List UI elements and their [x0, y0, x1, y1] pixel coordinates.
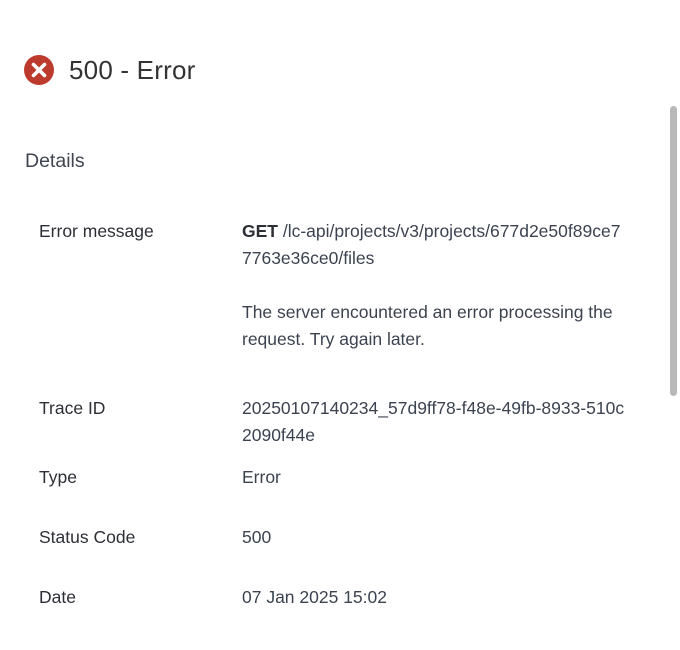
error-page: 500 - Error Details Error message GET /l… — [0, 0, 680, 650]
trace-id-row: Trace ID 20250107140234_57d9ff78-f48e-49… — [39, 395, 629, 449]
error-message-value: GET /lc-api/projects/v3/projects/677d2e5… — [242, 218, 627, 353]
http-method: GET — [242, 221, 278, 241]
date-value: 07 Jan 2025 15:02 — [242, 587, 387, 607]
trace-id-value: 20250107140234_57d9ff78-f48e-49fb-8933-5… — [242, 398, 625, 445]
type-value: Error — [242, 467, 281, 487]
page-title: 500 - Error — [69, 55, 196, 85]
date-label: Date — [39, 587, 76, 607]
error-message-row: Error message GET /lc-api/projects/v3/pr… — [39, 218, 629, 383]
error-message-text: The server encountered an error processi… — [242, 302, 613, 349]
status-code-row: Status Code 500 — [39, 524, 629, 551]
status-code-label: Status Code — [39, 527, 136, 547]
details-section-title: Details — [25, 150, 85, 172]
error-message-label: Error message — [39, 221, 154, 241]
vertical-scrollbar[interactable] — [668, 106, 680, 396]
type-row: Type Error — [39, 464, 629, 491]
trace-id-label: Trace ID — [39, 398, 106, 418]
request-line: GET /lc-api/projects/v3/projects/677d2e5… — [242, 218, 627, 272]
error-circle-icon — [24, 55, 54, 85]
request-path: /lc-api/projects/v3/projects/677d2e50f89… — [242, 221, 621, 268]
error-header: 500 - Error — [24, 54, 195, 86]
status-code-value: 500 — [242, 527, 272, 547]
scrollbar-thumb[interactable] — [670, 106, 677, 396]
type-label: Type — [39, 467, 77, 487]
date-row: Date 07 Jan 2025 15:02 — [39, 584, 629, 611]
